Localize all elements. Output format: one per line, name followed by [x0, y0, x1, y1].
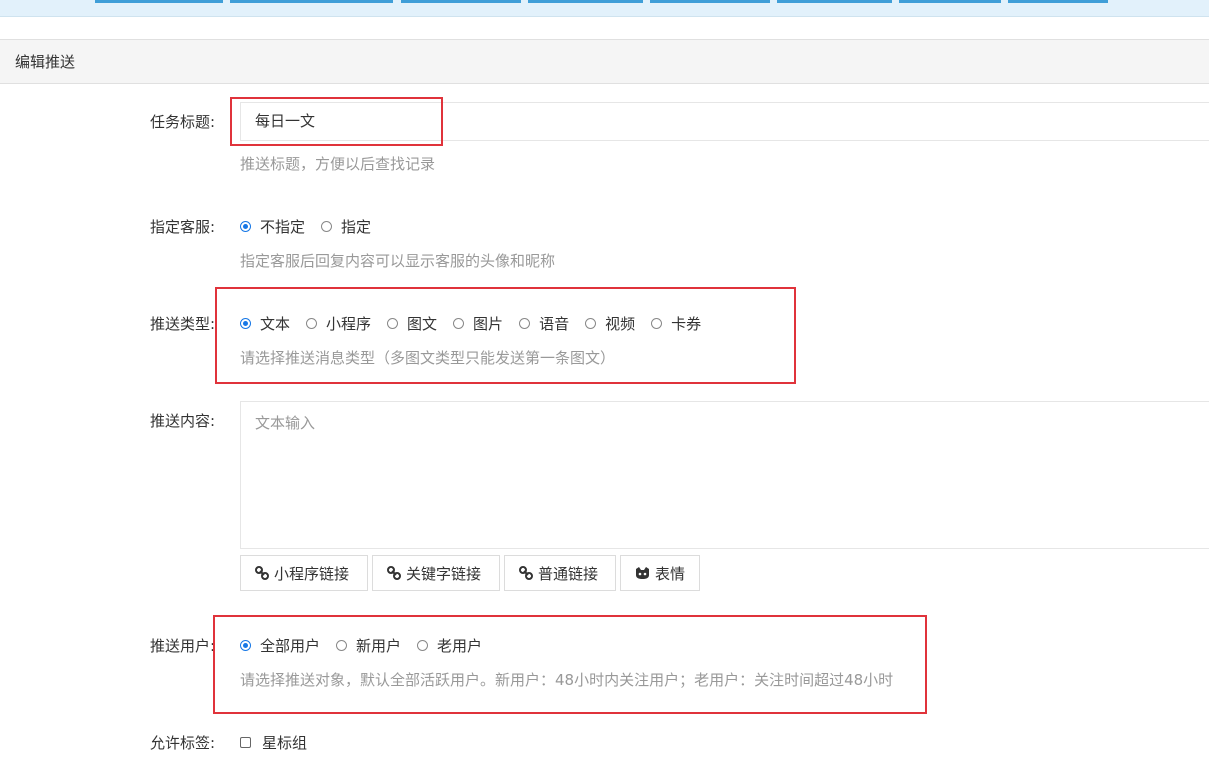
link-icon	[387, 566, 401, 580]
miniprogram-link-label: 小程序链接	[274, 564, 350, 583]
keyword-link-button[interactable]: 关键字链接	[372, 555, 500, 591]
top-tab[interactable]	[777, 0, 892, 3]
top-tab[interactable]	[95, 0, 223, 3]
task-title-help: 推送标题，方便以后查找记录	[240, 155, 436, 173]
tags-checkbox-group: 星标组	[240, 731, 323, 753]
service-label: 指定客服:	[149, 218, 215, 236]
tag-option-starred[interactable]: 星标组	[240, 732, 307, 753]
highlight-box-task-title	[230, 97, 443, 146]
top-tab[interactable]	[230, 0, 393, 3]
highlight-box-push-user	[213, 615, 927, 714]
highlight-box-push-type	[215, 287, 796, 384]
top-tab[interactable]	[528, 0, 643, 3]
service-option-label: 指定	[341, 217, 372, 236]
normal-link-label: 普通链接	[538, 564, 599, 583]
task-title-label: 任务标题:	[149, 113, 215, 131]
top-tab[interactable]	[1008, 0, 1108, 3]
page-title: 编辑推送	[0, 39, 1209, 84]
keyword-link-label: 关键字链接	[406, 564, 482, 583]
service-radio-group: 不指定 指定	[240, 215, 387, 237]
emoji-icon	[636, 567, 649, 579]
emoji-label: 表情	[655, 564, 686, 583]
normal-link-button[interactable]: 普通链接	[504, 555, 616, 591]
push-type-label: 推送类型:	[149, 315, 215, 333]
push-user-label: 推送用户:	[149, 637, 215, 655]
top-tab[interactable]	[401, 0, 521, 3]
top-tab[interactable]	[650, 0, 770, 3]
content-label: 推送内容:	[149, 412, 215, 430]
link-icon	[519, 566, 533, 580]
emoji-button[interactable]: 表情	[620, 555, 700, 591]
link-icon	[255, 566, 269, 580]
content-textarea[interactable]: 文本输入	[240, 401, 1209, 549]
tags-label: 允许标签:	[149, 734, 215, 752]
service-option-assigned[interactable]: 指定	[321, 216, 371, 237]
radio-checked-icon[interactable]	[240, 220, 251, 232]
radio-unchecked-icon[interactable]	[321, 220, 333, 232]
checkbox-unchecked-icon[interactable]	[240, 736, 251, 748]
top-tab-strip	[0, 0, 1209, 17]
service-option-unassigned[interactable]: 不指定	[240, 216, 305, 237]
miniprogram-link-button[interactable]: 小程序链接	[240, 555, 368, 591]
top-tab[interactable]	[899, 0, 1001, 3]
tag-option-label: 星标组	[262, 733, 308, 752]
service-help: 指定客服后回复内容可以显示客服的头像和昵称	[240, 252, 556, 270]
service-option-label: 不指定	[260, 217, 306, 236]
